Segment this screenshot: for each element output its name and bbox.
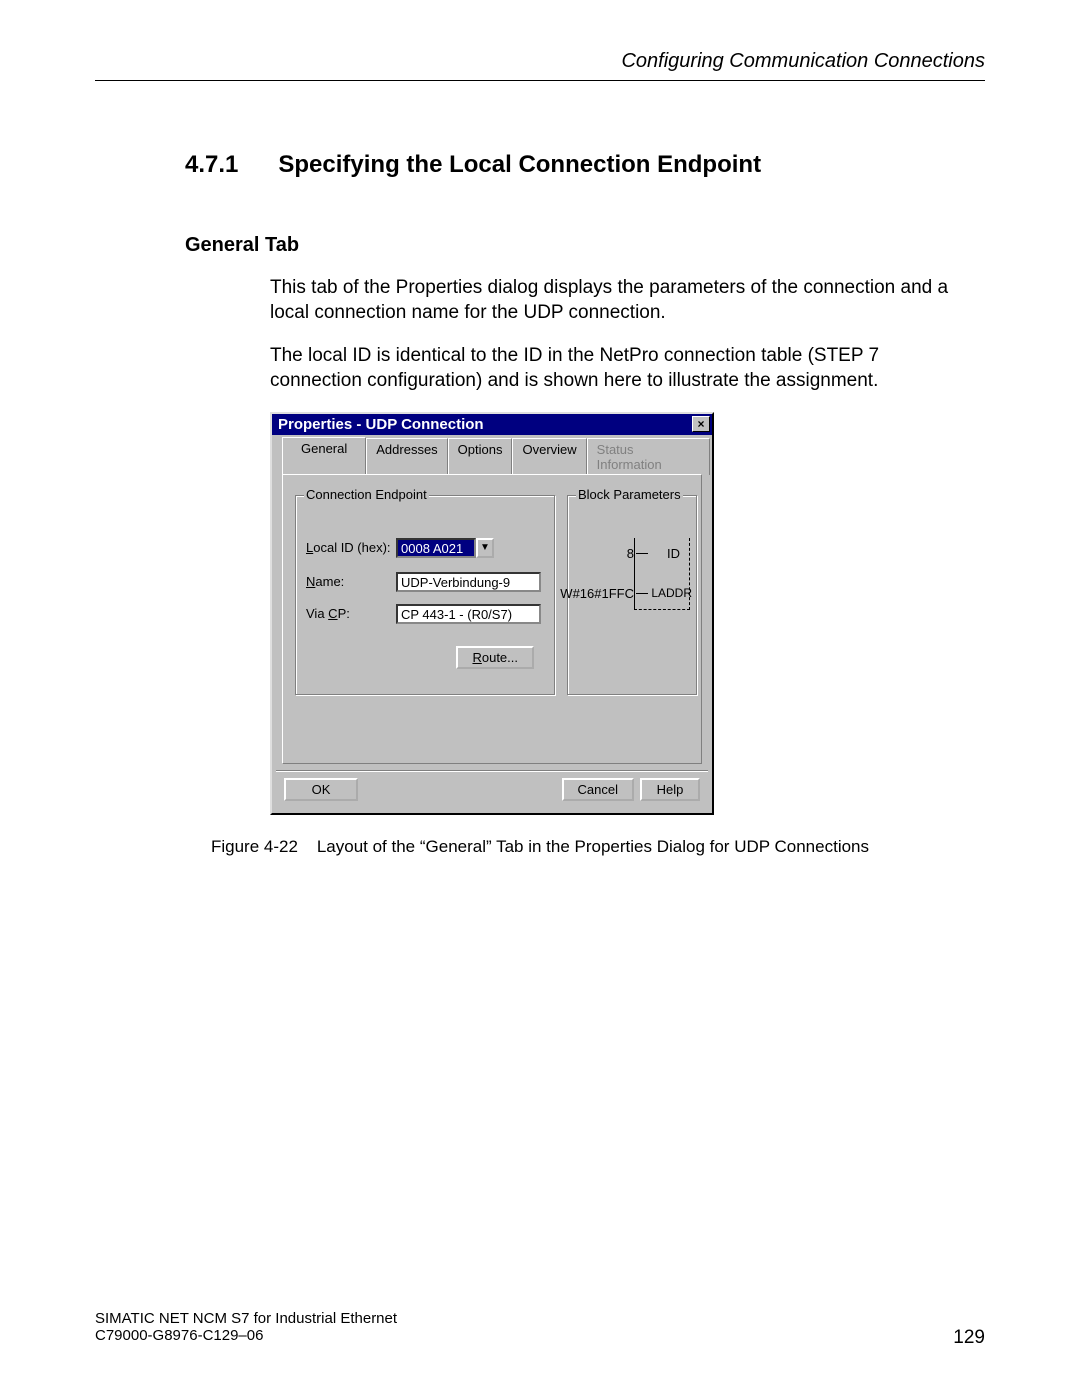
via-cp-label: Via CP: xyxy=(306,606,392,621)
page-number: 129 xyxy=(953,1327,985,1349)
help-button[interactable]: Help xyxy=(640,778,700,801)
footer-doc-id: C79000-G8976-C129–06 xyxy=(95,1327,263,1349)
section-number: 4.7.1 xyxy=(185,151,238,179)
body-paragraph: The local ID is identical to the ID in t… xyxy=(270,344,965,393)
block-diagram-icon xyxy=(634,538,690,610)
groupbox-connection-endpoint: Connection Endpoint Local ID (hex): 0008… xyxy=(295,495,555,695)
tab-status-information: Status Information xyxy=(587,438,710,475)
tab-addresses[interactable]: Addresses xyxy=(366,438,447,475)
route-button[interactable]: Route... xyxy=(456,646,534,669)
cancel-button[interactable]: Cancel xyxy=(562,778,634,801)
section-title: Specifying the Local Connection Endpoint xyxy=(278,151,761,179)
body-paragraph: This tab of the Properties dialog displa… xyxy=(270,276,965,325)
chevron-down-icon[interactable]: ▼ xyxy=(476,538,494,558)
page-footer: SIMATIC NET NCM S7 for Industrial Ethern… xyxy=(95,1310,985,1349)
tab-options[interactable]: Options xyxy=(448,438,513,475)
name-field[interactable]: UDP-Verbindung-9 xyxy=(396,572,541,592)
name-label: Name: xyxy=(306,574,392,589)
via-cp-field[interactable]: CP 443-1 - (R0/S7) xyxy=(396,604,541,624)
tab-overview[interactable]: Overview xyxy=(512,438,586,475)
groupbox-legend: Block Parameters xyxy=(576,487,683,502)
dialog-titlebar[interactable]: Properties - UDP Connection × xyxy=(272,414,712,435)
block-param-laddr-value: W#16#1FFC xyxy=(560,586,634,601)
section-heading: 4.7.1 Specifying the Local Connection En… xyxy=(185,151,985,179)
groupbox-legend: Connection Endpoint xyxy=(304,487,429,502)
footer-line1: SIMATIC NET NCM S7 for Industrial Ethern… xyxy=(95,1310,985,1327)
running-header: Configuring Communication Connections xyxy=(95,50,985,81)
block-param-id-value: 8 xyxy=(627,546,634,561)
subsection-heading: General Tab xyxy=(185,234,985,257)
ok-button[interactable]: OK xyxy=(284,778,358,801)
tab-bar: General Addresses Options Overview Statu… xyxy=(274,438,710,475)
dialog-title: Properties - UDP Connection xyxy=(278,416,484,433)
groupbox-block-parameters: Block Parameters 8 ID W#16#1FFC LADDR xyxy=(567,495,697,695)
properties-dialog: Properties - UDP Connection × General Ad… xyxy=(270,412,714,815)
tab-panel-general: Connection Endpoint Local ID (hex): 0008… xyxy=(282,474,702,764)
local-id-label: Local ID (hex): xyxy=(306,540,392,555)
tab-general[interactable]: General xyxy=(282,437,366,474)
close-icon[interactable]: × xyxy=(692,416,710,432)
figure-caption: Figure 4-22 Layout of the “General” Tab … xyxy=(95,837,985,857)
local-id-field[interactable]: 0008 A021 xyxy=(396,538,476,558)
dialog-button-bar: OK Cancel Help xyxy=(274,772,710,811)
